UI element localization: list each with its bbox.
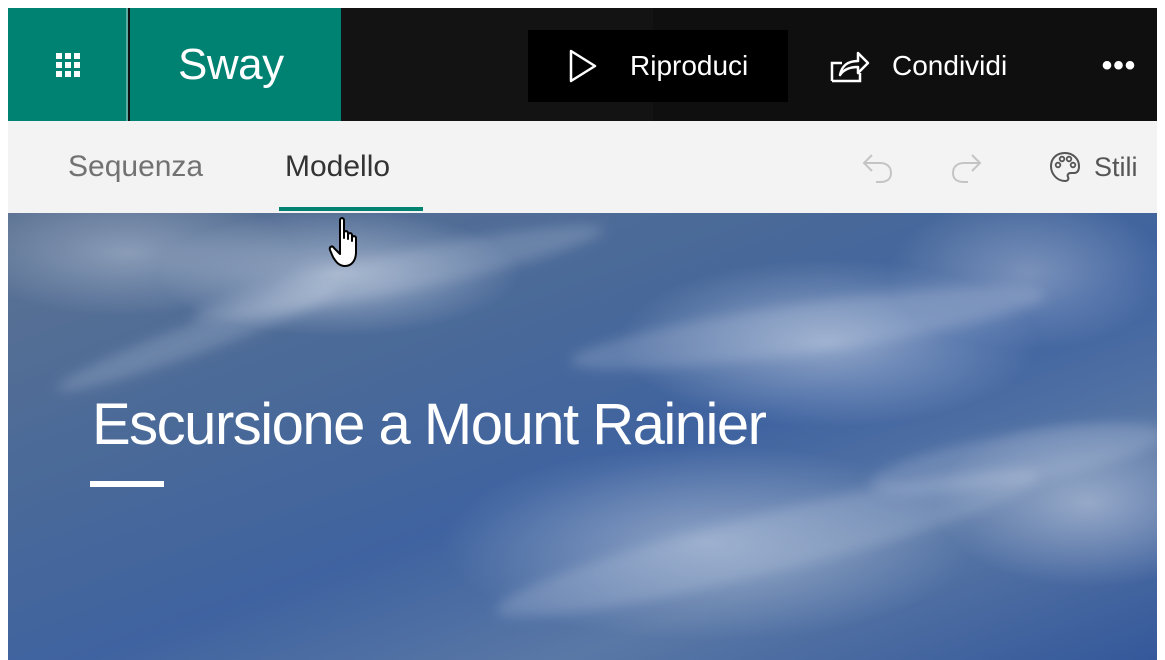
app-title[interactable]: Sway xyxy=(130,8,341,121)
active-tab-indicator xyxy=(279,207,423,211)
play-button[interactable]: Riproduci xyxy=(528,30,788,102)
share-button[interactable]: Condividi xyxy=(830,30,1007,102)
tab-modello[interactable]: Modello xyxy=(285,121,390,213)
title-card[interactable]: Escursione a Mount Rainier xyxy=(8,209,1157,660)
styles-label: Stili xyxy=(1094,151,1138,182)
app-launcher-button[interactable] xyxy=(8,8,128,121)
redo-icon xyxy=(951,154,982,183)
styles-button[interactable]: Stili xyxy=(1048,121,1138,213)
palette-icon xyxy=(1049,151,1081,183)
cloud-wisp xyxy=(566,269,1050,387)
title-accent-bar xyxy=(90,481,164,487)
more-icon: ••• xyxy=(1101,49,1137,82)
play-icon xyxy=(569,49,597,83)
sway-window: Sway Riproduci Condividi ••• Sequenza Mo… xyxy=(8,8,1157,660)
play-label: Riproduci xyxy=(630,50,749,81)
undo-icon xyxy=(862,154,893,183)
top-bar: Sway Riproduci Condividi ••• xyxy=(8,8,1157,121)
undo-button[interactable] xyxy=(860,151,896,190)
more-button[interactable]: ••• xyxy=(1094,30,1144,102)
share-label: Condividi xyxy=(892,50,1008,81)
tab-sequenza[interactable]: Sequenza xyxy=(68,121,203,213)
cloud-wisp xyxy=(51,272,345,404)
toolbar: Sequenza Modello Stili xyxy=(8,121,1157,213)
redo-button[interactable] xyxy=(948,151,984,190)
hand-pointer-icon xyxy=(328,217,357,267)
sway-title[interactable]: Escursione a Mount Rainier xyxy=(92,391,767,458)
waffle-grid-icon xyxy=(56,52,80,77)
share-icon xyxy=(830,51,870,83)
